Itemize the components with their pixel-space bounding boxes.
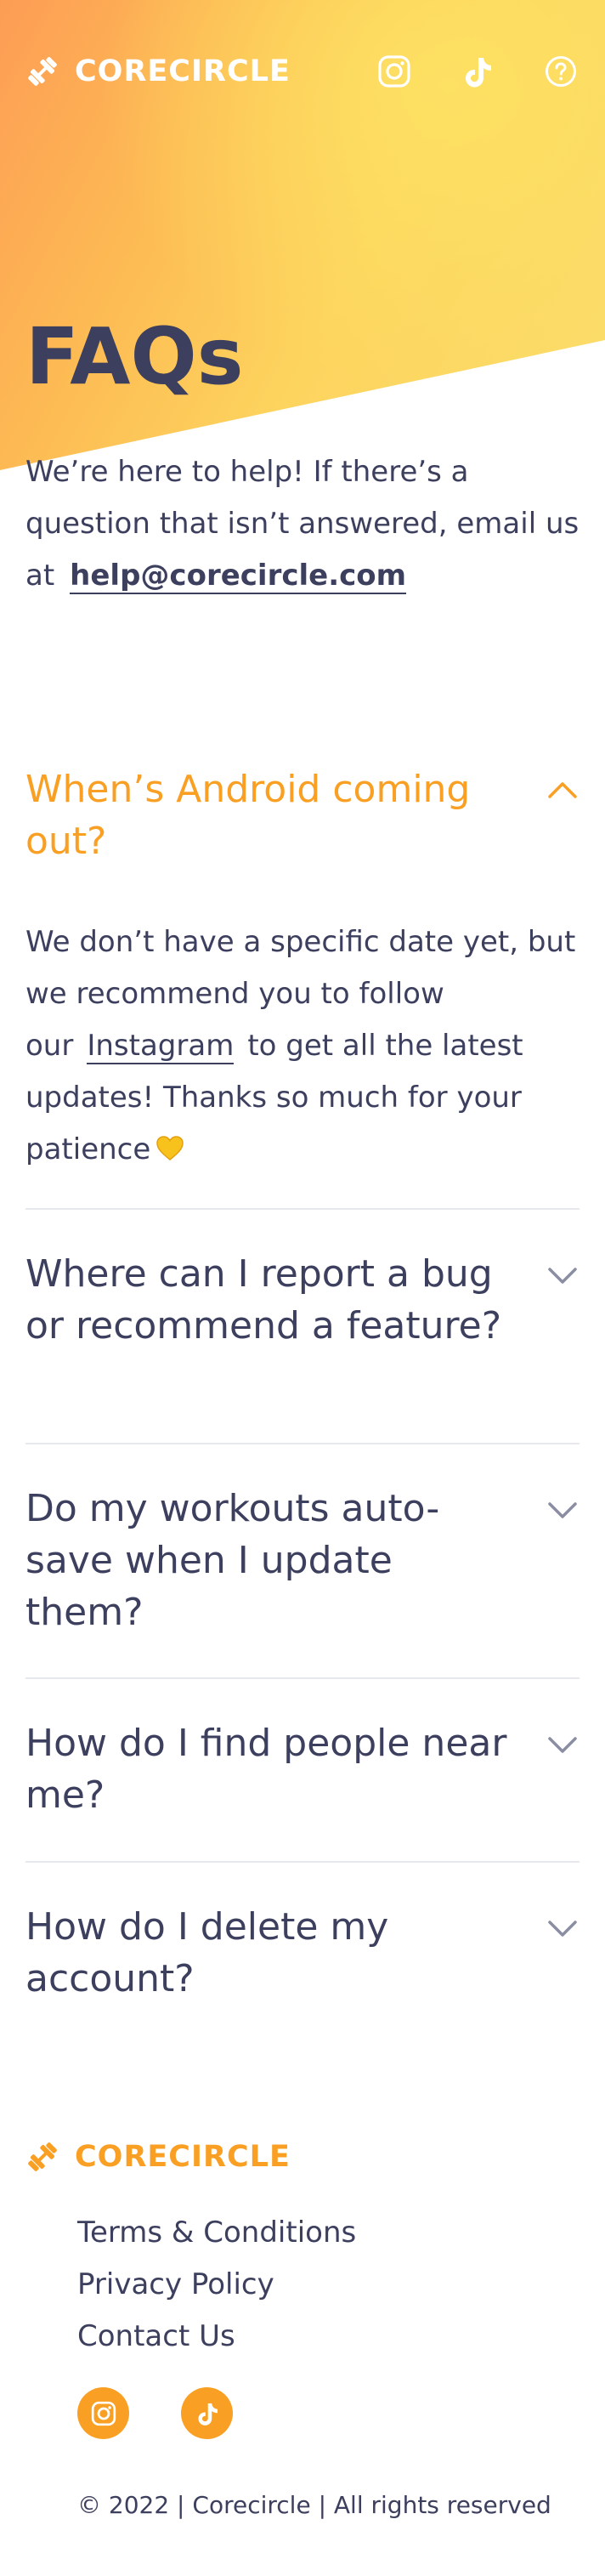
dumbbell-icon bbox=[28, 57, 57, 86]
faq-question-toggle[interactable]: Do my workouts auto-save when I update t… bbox=[25, 1483, 580, 1638]
intro-text: We’re here to help! If there’s a questio… bbox=[25, 446, 582, 602]
instagram-icon[interactable] bbox=[376, 53, 413, 90]
faq-question-toggle[interactable]: When’s Android coming out? bbox=[25, 763, 580, 867]
instagram-icon bbox=[91, 2401, 116, 2426]
faq-question-toggle[interactable]: Where can I report a bug or recommend a … bbox=[25, 1248, 580, 1352]
faq-divider bbox=[25, 1443, 580, 1444]
faq-question: How do I find people near me? bbox=[25, 1722, 507, 1817]
faq-item: When’s Android coming out? We don’t have… bbox=[25, 763, 580, 1176]
top-navigation-bar: CORECIRCLE bbox=[25, 51, 580, 92]
faq-question: When’s Android coming out? bbox=[25, 768, 471, 863]
footer-instagram-button[interactable] bbox=[77, 2387, 129, 2439]
footer-social-links bbox=[77, 2387, 233, 2439]
tiktok-icon bbox=[198, 2403, 218, 2426]
page-title: FAQs bbox=[25, 311, 244, 402]
footer-tiktok-button[interactable] bbox=[181, 2387, 233, 2439]
faq-item: Where can I report a bug or recommend a … bbox=[25, 1248, 580, 1352]
privacy-policy-link[interactable]: Privacy Policy bbox=[77, 2259, 356, 2311]
faq-item: How do I delete my account? bbox=[25, 1901, 580, 2005]
terms-link[interactable]: Terms & Conditions bbox=[77, 2207, 356, 2259]
support-email-link[interactable]: help@corecircle.com bbox=[70, 559, 407, 594]
contact-us-link[interactable]: Contact Us bbox=[77, 2311, 356, 2363]
faq-item: How do I find people near me? bbox=[25, 1717, 580, 1821]
faq-question: Where can I report a bug or recommend a … bbox=[25, 1252, 502, 1348]
faq-item: Do my workouts auto-save when I update t… bbox=[25, 1483, 580, 1638]
faq-divider bbox=[25, 1677, 580, 1679]
chevron-down-icon bbox=[548, 1268, 577, 1284]
help-icon[interactable] bbox=[542, 53, 580, 90]
faq-answer: We don’t have a specific date yet, but w… bbox=[25, 916, 580, 1176]
chevron-down-icon bbox=[548, 1921, 577, 1937]
instagram-link[interactable]: Instagram bbox=[87, 1029, 235, 1064]
footer-brand-logo[interactable]: CORECIRCLE bbox=[25, 2140, 291, 2174]
chevron-down-icon bbox=[548, 1502, 577, 1518]
dumbbell-icon bbox=[28, 2142, 57, 2171]
faq-question: Do my workouts auto-save when I update t… bbox=[25, 1487, 440, 1634]
faq-divider bbox=[25, 1861, 580, 1863]
chevron-down-icon bbox=[548, 1737, 577, 1753]
yellow-heart-icon bbox=[156, 1136, 184, 1160]
copyright-text: © 2022 | Corecircle | All rights reserve… bbox=[77, 2491, 551, 2519]
faq-question: How do I delete my account? bbox=[25, 1905, 389, 2000]
brand-name: CORECIRCLE bbox=[75, 54, 291, 88]
faq-question-toggle[interactable]: How do I delete my account? bbox=[25, 1901, 580, 2005]
tiktok-icon[interactable] bbox=[459, 53, 496, 90]
footer-links: Terms & Conditions Privacy Policy Contac… bbox=[77, 2207, 356, 2363]
faq-question-toggle[interactable]: How do I find people near me? bbox=[25, 1717, 580, 1821]
brand-logo[interactable]: CORECIRCLE bbox=[25, 54, 291, 88]
faq-divider bbox=[25, 1208, 580, 1210]
chevron-up-icon bbox=[548, 782, 577, 798]
footer-brand-name: CORECIRCLE bbox=[75, 2140, 291, 2174]
